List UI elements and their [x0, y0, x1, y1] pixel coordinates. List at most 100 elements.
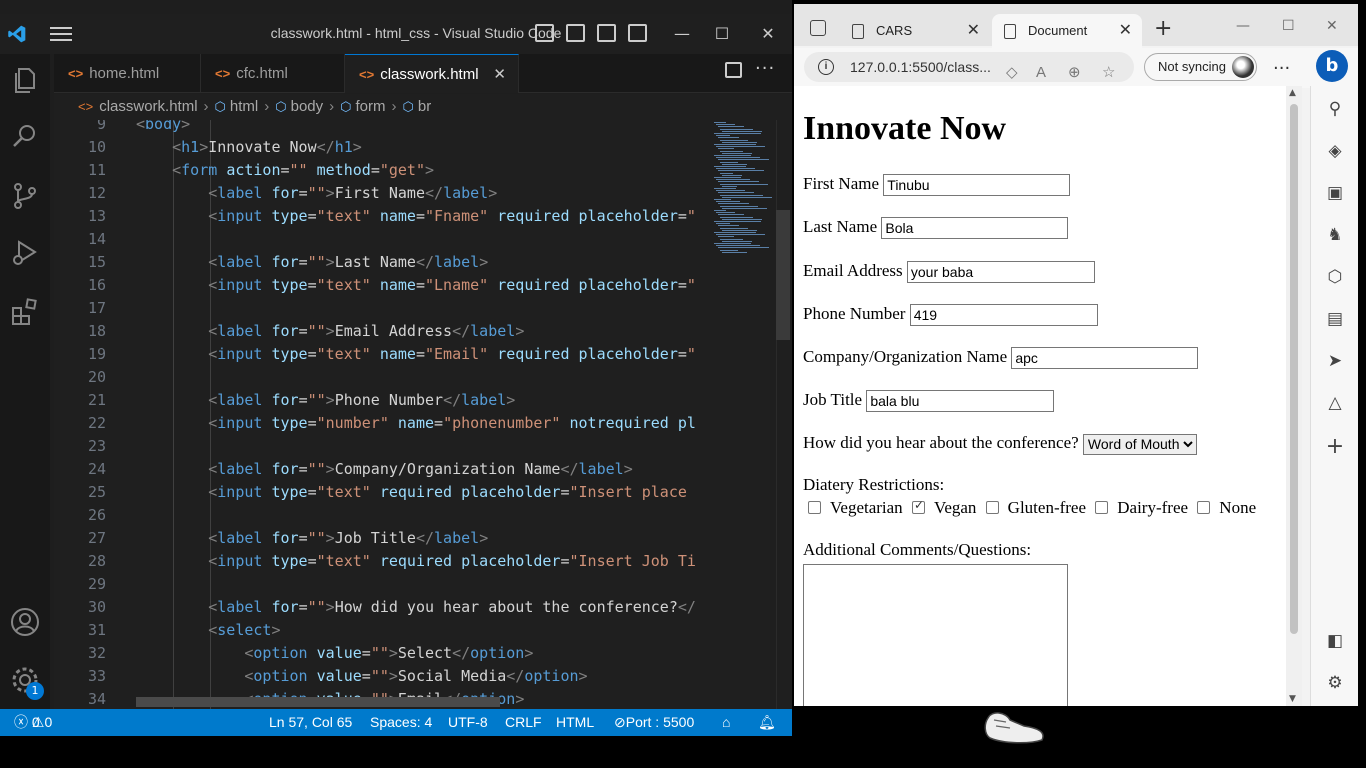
notification-bell-icon[interactable]: △ — [1324, 392, 1346, 414]
tab-actions-icon[interactable] — [810, 20, 826, 36]
close-tab-icon[interactable]: ✕ — [1119, 14, 1132, 48]
minimize-button[interactable]: — — [1236, 18, 1250, 34]
code-line[interactable]: 13 <input type="text" name="Fname" requi… — [54, 205, 706, 228]
code-line[interactable]: 26 — [54, 504, 706, 527]
url-text[interactable]: 127.0.0.1:5500/class... — [850, 52, 991, 82]
tab-cfc-html[interactable]: <> cfc.html — [201, 54, 345, 93]
feedback-icon[interactable]: ⌂ — [722, 709, 730, 736]
page-scroll-thumb[interactable] — [1290, 104, 1298, 634]
address-bar[interactable]: i 127.0.0.1:5500/class... ◇ A ⊕ ☆ — [804, 52, 1134, 82]
split-editor-icon[interactable] — [725, 62, 742, 78]
tab-classwork-html[interactable]: <> classwork.html ✕ — [345, 54, 519, 93]
language-mode[interactable]: HTML — [556, 709, 594, 736]
minimize-button[interactable]: — — [672, 24, 692, 44]
breadcrumb-item[interactable]: classwork.html — [99, 98, 197, 115]
search-icon[interactable]: ⚲ — [1324, 98, 1346, 120]
code-line[interactable]: 33 <option value="">Social Media</option… — [54, 665, 706, 688]
code-line[interactable]: 9 <body> — [54, 120, 706, 136]
last-name-input[interactable] — [881, 217, 1069, 240]
breadcrumb-item[interactable]: body — [291, 98, 324, 115]
tab-home-html[interactable]: <> home.html — [54, 54, 201, 93]
dairy-free-checkbox[interactable] — [1095, 500, 1109, 514]
code-line[interactable]: 20 — [54, 366, 706, 389]
tab-document[interactable]: Document ✕ — [992, 14, 1142, 48]
close-button[interactable]: ✕ — [1326, 18, 1338, 34]
toggle-secondary-sidebar-icon[interactable] — [597, 24, 616, 42]
cursor-position[interactable]: Ln 57, Col 65 — [269, 709, 352, 736]
shopping-tag-icon[interactable]: ◈ — [1324, 140, 1346, 162]
favorite-star-icon[interactable]: ☆ — [1102, 58, 1115, 88]
code-line[interactable]: 14 — [54, 228, 706, 251]
add-sidebar-app-icon[interactable]: + — [1324, 436, 1346, 458]
code-line[interactable]: 17 — [54, 297, 706, 320]
indentation[interactable]: Spaces: 4 — [370, 709, 432, 736]
code-line[interactable]: 32 <option value="">Select</option> — [54, 642, 706, 665]
explorer-icon[interactable] — [9, 64, 41, 96]
scroll-up-arrow-icon[interactable]: ▲ — [1289, 88, 1296, 98]
none-checkbox[interactable] — [1197, 500, 1211, 514]
settings-more-icon[interactable]: ··· — [1273, 58, 1290, 79]
close-button[interactable]: ✕ — [758, 24, 778, 44]
search-icon[interactable] — [9, 120, 41, 152]
code-line[interactable]: 31 <select> — [54, 619, 706, 642]
breadcrumb-item[interactable]: br — [418, 98, 431, 115]
minimap[interactable] — [706, 120, 776, 710]
toggle-panel-icon[interactable] — [566, 24, 585, 42]
vegan-checkbox[interactable] — [911, 498, 925, 514]
company-input[interactable] — [1011, 347, 1199, 370]
code-line[interactable]: 22 <input type="number" name="phonenumbe… — [54, 412, 706, 435]
vertical-scrollbar[interactable] — [776, 120, 792, 710]
scroll-down-arrow-icon[interactable]: ▼ — [1289, 694, 1296, 704]
close-tab-icon[interactable]: ✕ — [967, 14, 980, 48]
profile-sync-button[interactable]: Not syncing — [1144, 53, 1257, 81]
notifications-bell-icon[interactable]: 🔔︎ — [758, 709, 776, 736]
phone-input[interactable] — [909, 304, 1098, 327]
microsoft-365-icon[interactable]: ⬡ — [1324, 266, 1346, 288]
new-tab-button[interactable]: + — [1154, 16, 1172, 41]
source-control-icon[interactable] — [9, 180, 41, 212]
games-icon[interactable]: ♞ — [1324, 224, 1346, 246]
maximize-button[interactable]: ☐ — [712, 24, 732, 44]
code-line[interactable]: 15 <label for="">Last Name</label> — [54, 251, 706, 274]
job-title-input[interactable] — [866, 390, 1055, 413]
close-tab-icon[interactable]: ✕ — [493, 55, 506, 94]
gluten-free-checkbox[interactable] — [985, 500, 999, 514]
tag-icon[interactable]: ◇ — [1006, 58, 1018, 88]
comments-textarea[interactable] — [803, 564, 1068, 706]
code-line[interactable]: 27 <label for="">Job Title</label> — [54, 527, 706, 550]
live-server-port[interactable]: ⊘ Port : 5500 — [614, 709, 694, 736]
line-ending[interactable]: CRLF — [505, 709, 542, 736]
customize-layout-icon[interactable] — [628, 24, 647, 42]
read-aloud-icon[interactable]: A — [1036, 58, 1046, 88]
breadcrumb-item[interactable]: form — [356, 98, 386, 115]
tab-cars[interactable]: CARS ✕ — [840, 14, 990, 48]
send-icon[interactable]: ➤ — [1324, 350, 1346, 372]
code-line[interactable]: 25 <input type="text" required placehold… — [54, 481, 706, 504]
breadcrumb-item[interactable]: html — [230, 98, 258, 115]
vegetarian-checkbox[interactable] — [808, 500, 821, 514]
maximize-button[interactable]: ☐ — [1282, 18, 1295, 34]
zoom-icon[interactable]: ⊕ — [1068, 58, 1081, 88]
more-actions-icon[interactable]: ··· — [755, 58, 775, 79]
account-icon[interactable] — [9, 606, 41, 638]
code-line[interactable]: 24 <label for="">Company/Organization Na… — [54, 458, 706, 481]
hear-select[interactable]: Word of Mouth — [1082, 433, 1197, 455]
code-editor[interactable]: 9 <body> 10 <h1>Innovate Now</h1> 11 <form … — [54, 120, 706, 710]
page-vertical-scrollbar[interactable]: ▲ ▼ — [1286, 86, 1302, 706]
hide-sidebar-icon[interactable]: ◧ — [1324, 630, 1346, 652]
email-input[interactable] — [906, 261, 1095, 284]
sidebar-settings-gear-icon[interactable]: ⚙ — [1324, 672, 1346, 694]
toggle-primary-sidebar-icon[interactable] — [535, 24, 554, 42]
outlook-icon[interactable]: ▤ — [1324, 308, 1346, 330]
code-line[interactable]: 19 <input type="text" name="Email" requi… — [54, 343, 706, 366]
first-name-input[interactable] — [883, 174, 1071, 197]
code-line[interactable]: 30 <label for="">How did you hear about … — [54, 596, 706, 619]
code-line[interactable]: 23 — [54, 435, 706, 458]
code-line[interactable]: 28 <input type="text" required placehold… — [54, 550, 706, 573]
tools-briefcase-icon[interactable]: ▣ — [1324, 182, 1346, 204]
scrollbar-thumb[interactable] — [776, 210, 790, 340]
extensions-icon[interactable] — [9, 296, 41, 328]
horizontal-scrollbar[interactable] — [136, 697, 500, 707]
code-line[interactable]: 12 <label for="">First Name</label> — [54, 182, 706, 205]
encoding[interactable]: UTF-8 — [448, 709, 488, 736]
